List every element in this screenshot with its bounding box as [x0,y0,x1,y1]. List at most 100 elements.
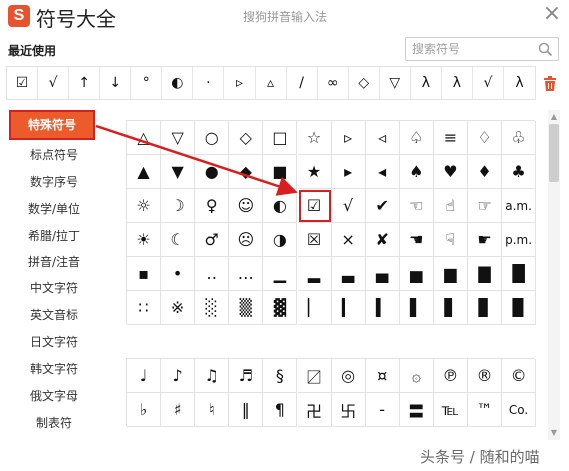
symbol-cell[interactable]: ♂ [195,223,230,257]
symbol-cell[interactable]: p.m. [502,223,537,257]
symbol-cell[interactable]: ▪ [127,257,161,291]
search-icon[interactable] [538,42,553,57]
symbol-cell[interactable]: ® [468,359,502,393]
symbol-cell[interactable]: ▎ [331,291,366,325]
symbol-cell[interactable]: … [229,257,264,291]
symbol-cell[interactable]: ✘ [365,223,400,257]
symbol-cell[interactable]: a.m. [502,189,537,223]
recent-symbol[interactable]: ▵ [256,67,287,99]
scroll-down-arrow-icon[interactable]: ▼ [548,428,560,438]
sidebar-item[interactable]: 拼音/注音 [0,249,108,275]
recent-symbol[interactable]: λ [411,67,442,99]
search-box[interactable] [405,37,559,61]
symbol-cell[interactable]: ▅ [399,257,434,291]
symbol-cell[interactable]: 〓 [399,393,434,427]
symbol-cell[interactable]: 〼 [297,359,332,393]
symbol-cell[interactable]: ▒ [229,291,264,325]
symbol-cell[interactable]: ▌ [399,291,434,325]
symbol-cell[interactable]: √ [331,189,366,223]
recent-symbol[interactable]: √ [473,67,504,99]
symbol-cell[interactable]: ░ [195,291,230,325]
symbol-cell[interactable]: ◐ [263,189,298,223]
symbol-cell[interactable]: ※ [161,291,196,325]
scroll-up-arrow-icon[interactable]: ▲ [548,112,560,122]
symbol-cell[interactable]: ☑ [297,189,332,223]
sidebar-item[interactable]: 数学/单位 [0,196,108,222]
symbol-cell[interactable]: ● [195,155,230,189]
trash-icon[interactable] [543,76,557,92]
symbol-cell[interactable]: ♫ [195,359,230,393]
sidebar-item[interactable]: 英文音标 [0,302,108,328]
close-button[interactable]: × [542,3,562,25]
symbol-cell[interactable]: ‐ [365,393,400,427]
sidebar-item[interactable]: 中文字符 [0,275,108,301]
symbol-cell[interactable]: ▁ [263,257,298,291]
symbol-cell[interactable]: ▆ [433,257,468,291]
symbol-cell[interactable]: ♣ [502,155,537,189]
recent-symbol[interactable]: ◐ [162,67,194,99]
symbol-cell[interactable]: ℗ [433,359,468,393]
symbol-cell[interactable]: ♬ [229,359,264,393]
symbol-cell[interactable]: • [161,257,196,291]
symbol-cell[interactable]: ‥ [195,257,230,291]
symbol-cell[interactable]: 卍 [297,393,332,427]
symbol-cell[interactable]: ▽ [161,121,196,155]
symbol-cell[interactable]: ▂ [297,257,332,291]
symbol-cell[interactable]: ☺ [229,189,264,223]
symbol-cell[interactable]: ▍ [365,291,400,325]
symbol-cell[interactable]: ۞ [399,359,434,393]
symbol-cell[interactable]: ▲ [127,155,161,189]
symbol-cell[interactable]: ☼ [127,189,161,223]
symbol-cell[interactable]: ♩ [127,359,161,393]
symbol-cell[interactable]: ☾ [161,223,196,257]
recent-symbol[interactable]: λ [442,67,473,99]
symbol-cell[interactable]: ℡ [433,393,468,427]
sidebar-item[interactable]: 日文字符 [0,329,108,355]
symbol-cell[interactable]: ¶ [263,393,298,427]
sidebar-item[interactable]: 希腊/拉丁 [0,223,108,249]
symbol-cell[interactable]: × [331,223,366,257]
symbol-cell[interactable]: ○ [195,121,230,155]
symbol-cell[interactable]: ✔ [365,189,400,223]
symbol-cell[interactable]: ♭ [127,393,161,427]
symbol-cell[interactable]: ☆ [297,121,332,155]
recent-symbol[interactable]: √ [38,67,70,99]
symbol-cell[interactable]: ☞ [468,189,502,223]
symbol-cell[interactable]: █ [502,257,537,291]
symbol-cell[interactable]: ◇ [229,121,264,155]
symbol-cell[interactable]: ™ [468,393,502,427]
symbol-cell[interactable]: ♤ [399,121,434,155]
symbol-cell[interactable]: ▄ [365,257,400,291]
symbol-cell[interactable]: ☜ [399,189,434,223]
symbol-cell[interactable]: ♠ [399,155,434,189]
symbol-cell[interactable]: ¤ [365,359,400,393]
symbol-cell[interactable]: △ [127,121,161,155]
recent-symbol[interactable]: / [287,67,318,99]
symbol-cell[interactable]: ♢ [468,121,502,155]
symbol-cell[interactable]: 卐 [331,393,366,427]
symbol-cell[interactable]: ▊ [468,291,502,325]
symbol-cell[interactable]: ☛ [468,223,502,257]
sidebar-item[interactable]: 俄文字母 [0,383,108,409]
symbol-cell[interactable]: ☝ [433,189,468,223]
symbol-cell[interactable]: ♥ [433,155,468,189]
sidebar-item[interactable]: 标点符号 [0,142,108,168]
recent-symbol[interactable]: · [193,67,225,99]
symbol-cell[interactable]: ▸ [331,155,366,189]
symbol-cell[interactable]: ▼ [161,155,196,189]
symbol-cell[interactable]: ♦ [468,155,502,189]
symbol-cell[interactable]: ∷ [127,291,161,325]
symbol-cell[interactable]: □ [263,121,298,155]
symbol-cell[interactable]: ♮ [195,393,230,427]
recent-symbol[interactable]: ° [131,67,163,99]
recent-symbol[interactable]: ↓ [100,67,132,99]
symbol-cell[interactable]: ≡ [433,121,468,155]
symbol-cell[interactable]: ◑ [263,223,298,257]
search-input[interactable] [412,41,532,57]
symbol-cell[interactable]: ★ [297,155,332,189]
scrollbar-thumb[interactable] [549,124,559,182]
symbol-cell[interactable]: ◎ [331,359,366,393]
symbol-cell[interactable]: ☹ [229,223,264,257]
recent-symbol[interactable]: λ [504,67,535,99]
symbol-cell[interactable]: ▇ [468,257,502,291]
